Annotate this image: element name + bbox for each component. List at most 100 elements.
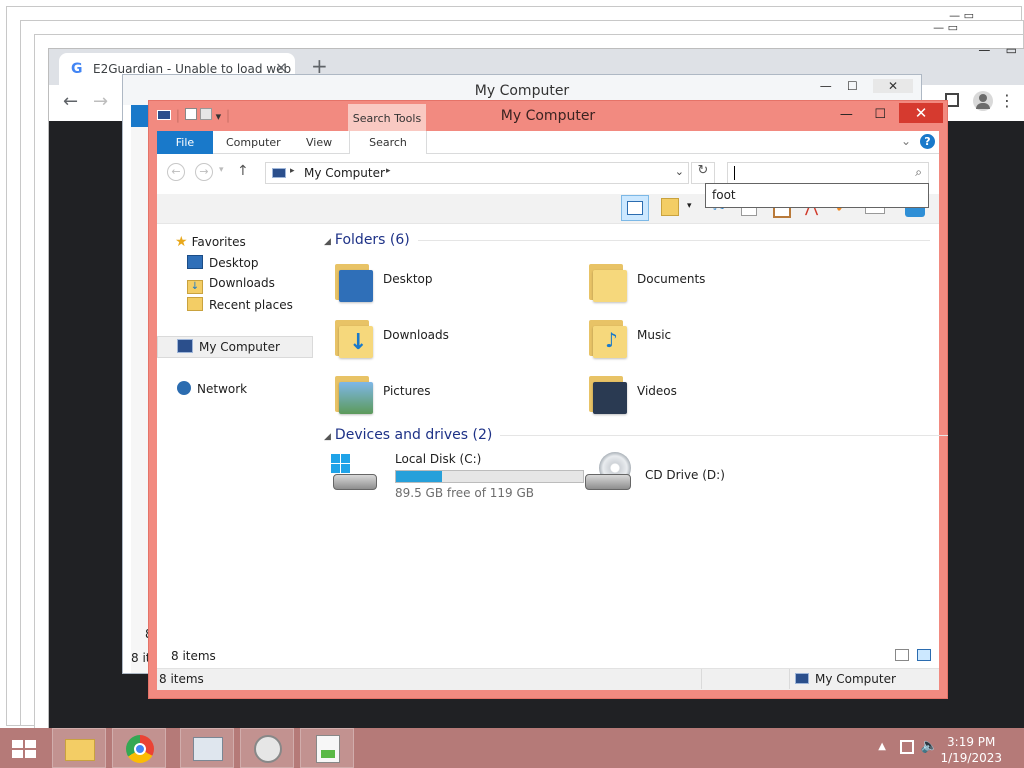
- system-clock[interactable]: 3:19 PM 1/19/2023: [940, 734, 1002, 766]
- chrome-window-buttons[interactable]: — ▭: [978, 43, 1017, 57]
- ghost-window-buttons: — ▭ — ▭: [933, 9, 974, 34]
- downloads-icon: ↓: [187, 280, 203, 294]
- folder-desktop[interactable]: Desktop: [333, 256, 563, 308]
- search-icon[interactable]: ⌕: [915, 165, 922, 180]
- compass-icon: [254, 735, 282, 763]
- folder-options-icon[interactable]: [661, 198, 679, 216]
- help-icon[interactable]: ?: [920, 134, 935, 149]
- notepad-icon: [316, 735, 340, 763]
- profile-avatar-icon[interactable]: [973, 91, 993, 111]
- devices-group-header[interactable]: ◢ Devices and drives (2): [324, 427, 949, 443]
- minimize-button[interactable]: —: [831, 105, 861, 125]
- breadcrumb-chevron-icon[interactable]: ▸: [386, 166, 391, 176]
- address-bar[interactable]: ▸ My Computer ▸ ⌄: [265, 162, 689, 184]
- chrome-menu-icon[interactable]: ⋮: [999, 91, 1015, 110]
- nav-my-computer-label: My Computer: [199, 340, 280, 354]
- folder-pictures[interactable]: Pictures: [333, 368, 563, 420]
- hard-disk-icon: [331, 452, 387, 496]
- folder-pictures-label: Pictures: [383, 384, 431, 398]
- cd-drive-icon: [585, 452, 641, 496]
- explorer-window: │ ▾ │ Search Tools My Computer — ☐ ✕ Fil…: [148, 100, 949, 699]
- taskbar-file-explorer[interactable]: [52, 728, 106, 768]
- nav-downloads[interactable]: ↓ Downloads: [187, 276, 275, 296]
- collapse-icon[interactable]: ◢: [324, 432, 331, 442]
- folder-videos[interactable]: Videos: [587, 368, 817, 420]
- desktop-folder-icon: [333, 258, 373, 304]
- collapse-icon[interactable]: ◢: [324, 237, 331, 247]
- search-input[interactable]: ⌕: [727, 162, 929, 184]
- downloads-folder-icon: ↓: [333, 314, 373, 360]
- file-explorer-icon: [65, 739, 95, 761]
- forward-arrow-icon[interactable]: →: [93, 91, 108, 112]
- folder-desktop-label: Desktop: [383, 272, 433, 286]
- cd-drive-label: CD Drive (D:): [645, 468, 725, 482]
- taskbar-compass-app[interactable]: [240, 728, 294, 768]
- recent-locations-icon[interactable]: ▾: [219, 165, 224, 175]
- show-hidden-icons[interactable]: ▲: [878, 741, 886, 752]
- ribbon-expand-icon[interactable]: ⌄: [901, 134, 911, 148]
- star-icon: ★: [175, 234, 188, 250]
- devices-header-label: Devices and drives (2): [334, 427, 493, 443]
- tab-file[interactable]: File: [157, 131, 213, 154]
- nav-desktop[interactable]: Desktop: [187, 255, 259, 275]
- breadcrumb-separator-icon: ▸: [290, 166, 295, 176]
- details-view-icon[interactable]: [895, 649, 909, 661]
- folder-music[interactable]: ♪ Music: [587, 312, 817, 364]
- computer-icon: [177, 339, 193, 353]
- network-icon: [177, 381, 191, 395]
- pictures-folder-icon: [333, 370, 373, 416]
- disk-usage-bar: [395, 470, 584, 483]
- taskbar-performance-monitor[interactable]: [180, 728, 234, 768]
- window-title: My Computer: [500, 108, 596, 124]
- folder-videos-label: Videos: [637, 384, 677, 398]
- disk-free-space: 89.5 GB free of 119 GB: [395, 486, 534, 500]
- monitor-icon: [193, 737, 223, 761]
- search-suggestion[interactable]: foot: [705, 183, 929, 208]
- navigation-pane: ★ Favorites Desktop ↓ Downloads Recent pla…: [157, 224, 319, 645]
- folders-group-header[interactable]: ◢ Folders (6): [324, 232, 930, 248]
- nav-network-label: Network: [197, 382, 248, 396]
- title-bar[interactable]: │ ▾ │ Search Tools My Computer — ☐ ✕: [149, 101, 947, 132]
- clock-time: 3:19 PM: [947, 735, 996, 749]
- desktop-icon: [187, 255, 203, 269]
- folder-documents[interactable]: Documents: [587, 256, 817, 308]
- start-button[interactable]: [0, 728, 48, 768]
- nav-favorites[interactable]: ★ Favorites: [175, 234, 246, 254]
- preview-pane-icon[interactable]: [621, 195, 649, 221]
- back-icon[interactable]: ←: [167, 163, 185, 181]
- drive-cd[interactable]: CD Drive (D:): [585, 452, 785, 504]
- tab-computer[interactable]: Computer: [213, 131, 294, 154]
- content-footer: 8 items: [157, 645, 939, 668]
- taskbar-chrome[interactable]: [112, 728, 166, 768]
- ribbon-tabs: File Computer View Search ⌄ ?: [157, 131, 939, 154]
- disk-usage-fill: [396, 471, 443, 482]
- maximize-button[interactable]: ☐: [865, 105, 895, 125]
- network-tray-icon[interactable]: [900, 740, 914, 754]
- status-bar: 8 items My Computer: [157, 668, 939, 690]
- folders-header-label: Folders (6): [334, 232, 410, 248]
- nav-recent-places[interactable]: Recent places: [187, 297, 293, 317]
- drive-local-disk[interactable]: Local Disk (C:) 89.5 GB free of 119 GB: [331, 452, 591, 504]
- refresh-icon[interactable]: ↻: [691, 162, 715, 184]
- options-dropdown-icon[interactable]: ▾: [687, 201, 692, 211]
- tab-view[interactable]: View: [293, 131, 345, 154]
- nav-my-computer[interactable]: My Computer: [177, 339, 280, 359]
- videos-folder-icon: [587, 370, 627, 416]
- volume-icon[interactable]: 🔈: [921, 738, 938, 754]
- folder-downloads-label: Downloads: [383, 328, 449, 342]
- tab-search[interactable]: Search: [349, 131, 427, 154]
- address-path[interactable]: My Computer: [304, 166, 385, 180]
- large-icons-view-icon[interactable]: [917, 649, 931, 661]
- close-button[interactable]: ✕: [899, 103, 943, 123]
- forward-icon[interactable]: →: [195, 163, 213, 181]
- folder-downloads[interactable]: ↓ Downloads: [333, 312, 563, 364]
- google-icon: G: [71, 61, 83, 77]
- address-dropdown-icon[interactable]: ⌄: [675, 165, 684, 178]
- taskbar-notepad[interactable]: [300, 728, 354, 768]
- clock-date: 1/19/2023: [940, 751, 1002, 765]
- background-window-buttons[interactable]: — ☐ ✕: [820, 79, 913, 93]
- nav-network[interactable]: Network: [177, 381, 247, 401]
- back-arrow-icon[interactable]: ←: [63, 91, 78, 112]
- window-controls: — ☐ ✕: [831, 103, 943, 125]
- up-arrow-icon[interactable]: ↑: [237, 163, 249, 179]
